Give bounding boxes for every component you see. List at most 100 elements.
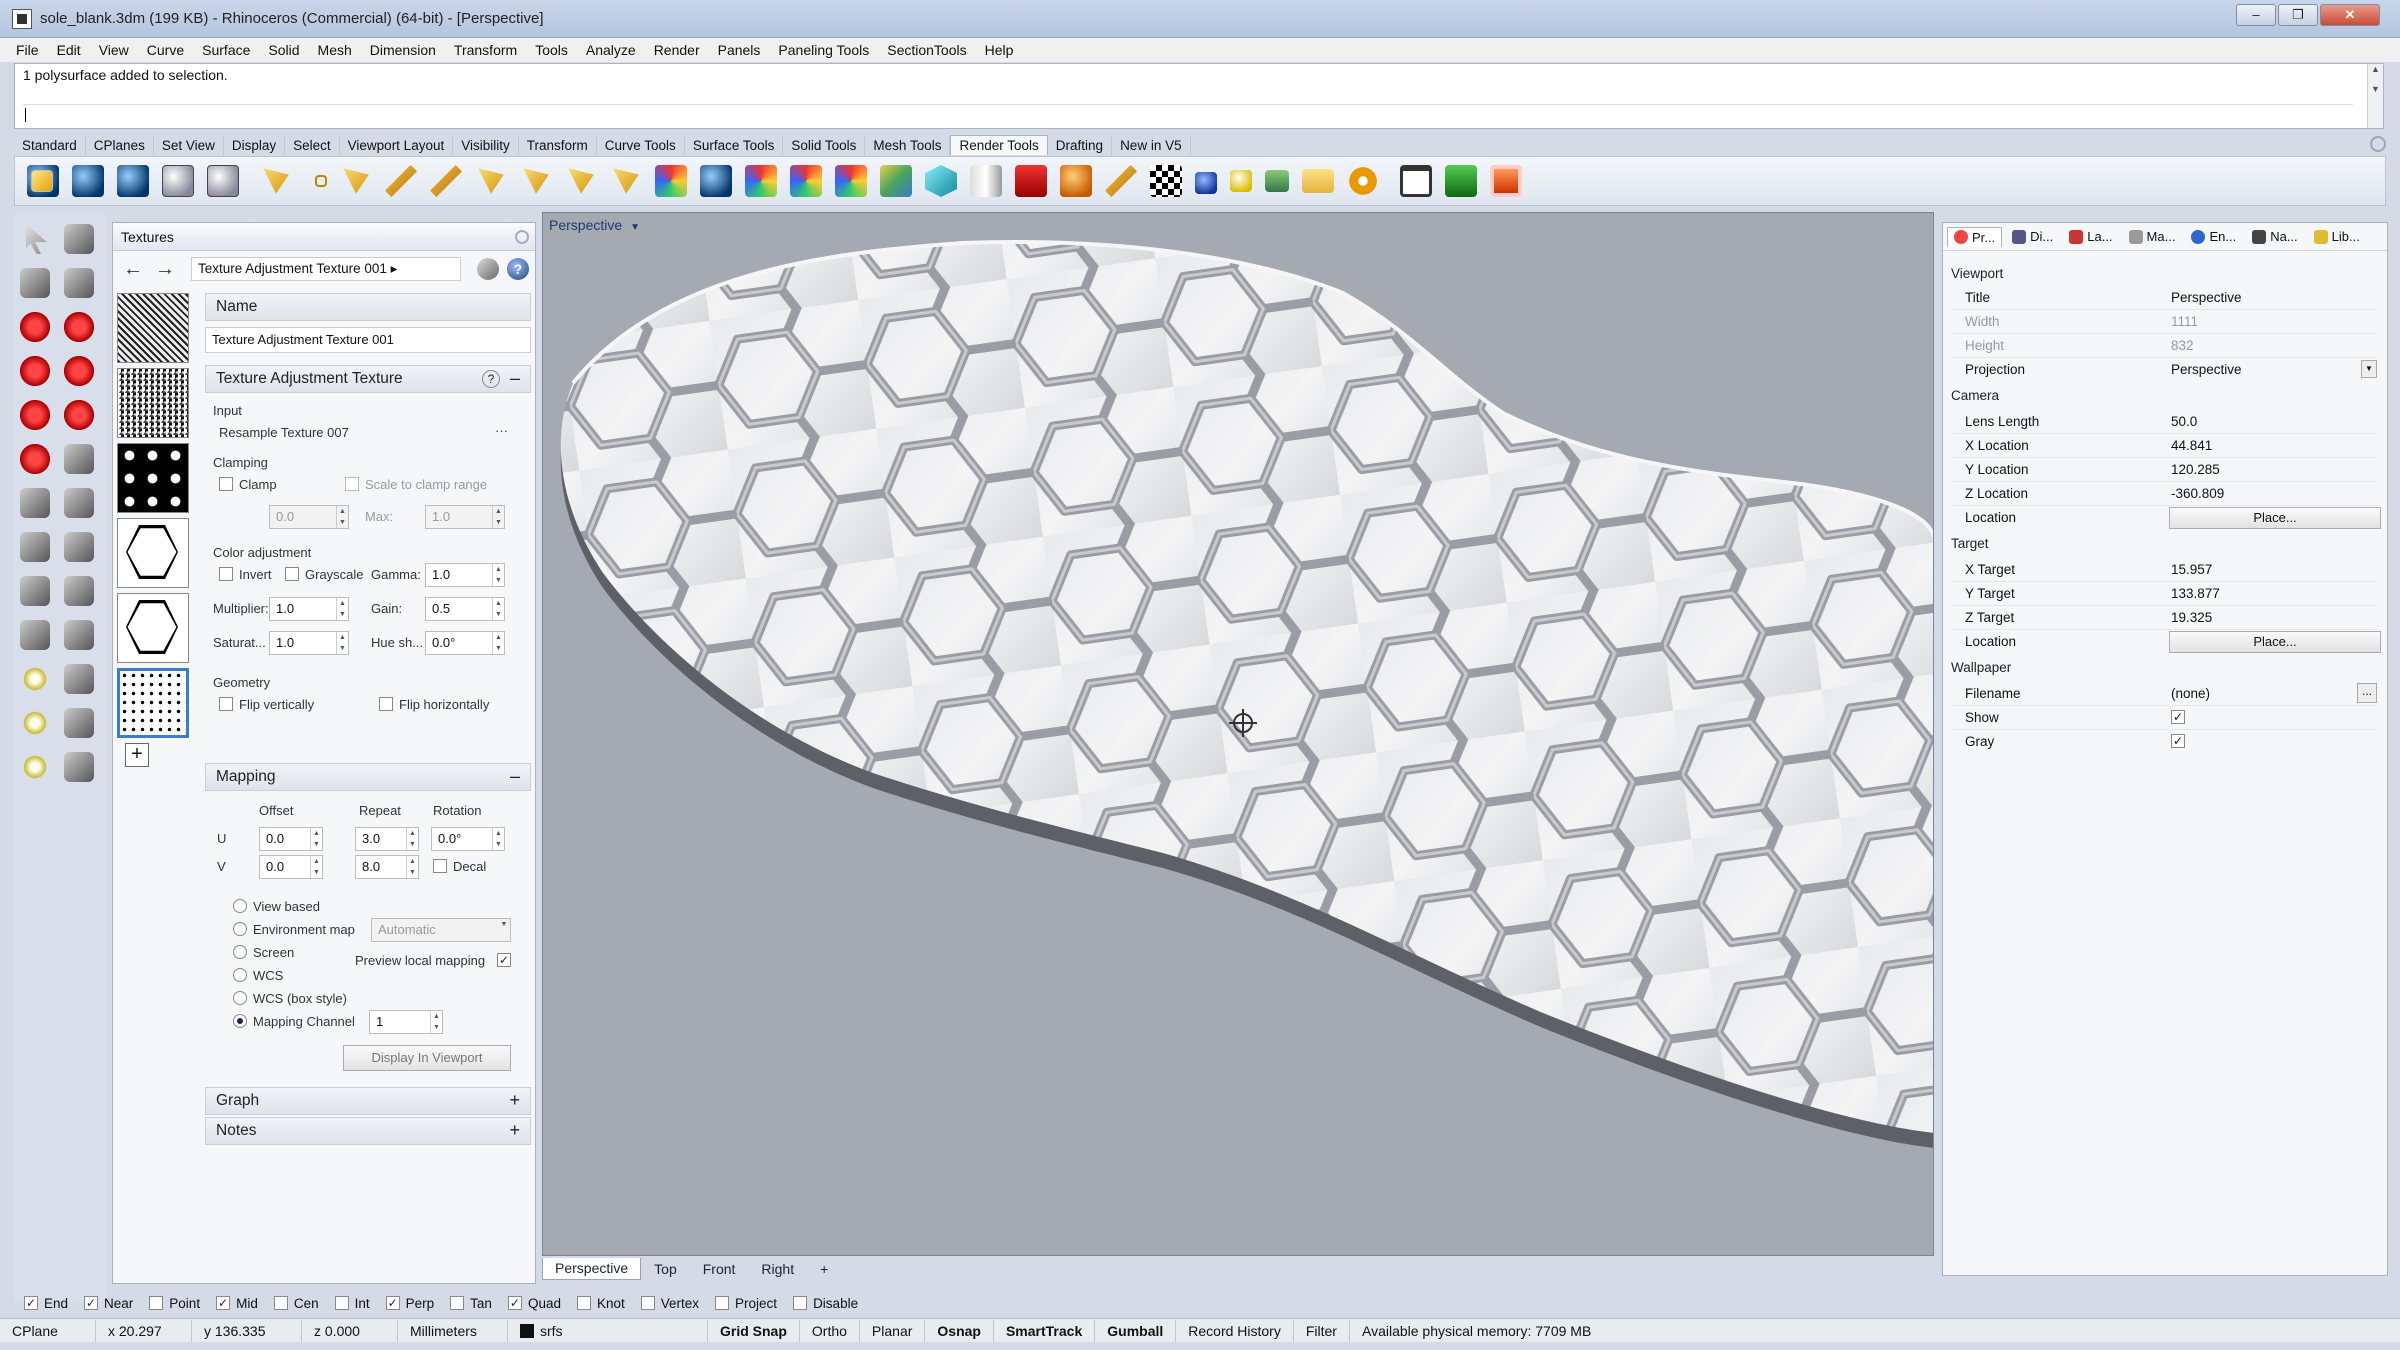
texture-thumbnail-selected[interactable] [117,668,189,738]
tab-layers[interactable]: La... [2063,227,2118,246]
invert-checkbox[interactable] [219,567,233,581]
texture-mapping-icon[interactable] [745,165,777,197]
tab-drafting[interactable]: Drafting [1048,135,1113,155]
spotlight-icon[interactable] [263,168,289,194]
osnap-cen[interactable]: Cen [273,1296,319,1311]
osnap-knot[interactable]: Knot [576,1296,625,1311]
texture-thumbnail[interactable] [117,293,189,363]
z-location-value[interactable]: -360.809 [2171,486,2224,501]
osnap-cen-checkbox[interactable] [273,1296,288,1310]
texture-thumbnail[interactable] [117,443,189,513]
osnap-vertex[interactable]: Vertex [640,1296,699,1311]
status-layer[interactable]: srfs [508,1319,708,1342]
osnap-project[interactable]: Project [715,1296,777,1311]
close-button[interactable]: ✕ [2320,4,2380,26]
y-location-value[interactable]: 120.285 [2171,462,2220,477]
rotate-view-icon[interactable] [64,752,94,782]
material-editor-icon[interactable] [162,165,194,197]
osnap-perp[interactable]: ✓ Perp [385,1296,434,1311]
mapping-channel-field[interactable]: 1 ▲ ▼ [369,1010,443,1034]
menu-mesh[interactable]: Mesh [318,42,352,58]
texture-thumbnail[interactable] [117,593,189,663]
flip-vertically-checkbox[interactable] [219,697,233,711]
tab-mesh-tools[interactable]: Mesh Tools [865,135,951,155]
status-osnap[interactable]: Osnap [925,1319,994,1342]
viewport-tab-perspective[interactable]: Perspective [542,1258,642,1280]
lights-panel-icon[interactable] [1230,170,1252,192]
status-grid-snap[interactable]: Grid Snap [708,1319,800,1342]
saturation-field[interactable]: 1.0 ▲ ▼ [269,631,349,655]
render-lens-flare-icon[interactable] [117,165,149,197]
rhino-app-icon[interactable] [12,9,32,29]
mapping-channel-radio[interactable] [233,1014,247,1028]
curve-tool-icon[interactable] [64,268,94,298]
dimension-tool-icon[interactable] [64,488,94,518]
v-repeat-field[interactable]: 8.0 ▲ ▼ [355,855,419,879]
osnap-int-checkbox[interactable] [334,1296,349,1310]
tab-display[interactable]: Di... [2006,227,2059,246]
tab-materials[interactable]: Ma... [2123,227,2182,246]
tab-new-in-v5[interactable]: New in V5 [1112,135,1191,155]
status-planar[interactable]: Planar [860,1319,926,1342]
tab-cplanes[interactable]: CPlanes [86,135,154,155]
trim-tool-icon[interactable] [20,576,50,606]
z-target-value[interactable]: 19.325 [2171,610,2212,625]
graph-header[interactable]: Graph + [205,1087,531,1115]
tab-standard[interactable]: Standard [14,135,86,155]
render-window-icon[interactable] [72,165,104,197]
viewport-tab-top[interactable]: Top [641,1258,690,1280]
browse-wallpaper-button[interactable]: ... [2357,683,2377,703]
tab-solid-tools[interactable]: Solid Tools [783,135,866,155]
display-in-viewport-button[interactable]: Display In Viewport [343,1045,511,1071]
clamp-min-field[interactable]: 0.0 ▲ ▼ [269,505,349,529]
material-icon[interactable] [655,165,687,197]
solid-tool-icon[interactable] [20,400,50,430]
u-repeat-field[interactable]: 3.0 ▲ ▼ [355,827,419,851]
v-offset-field[interactable]: 0.0 ▲ ▼ [259,855,323,879]
osnap-end[interactable]: ✓ End [24,1296,68,1311]
ground-plane-panel-icon[interactable] [1265,170,1289,192]
osnap-knot-checkbox[interactable] [576,1296,591,1310]
help-icon[interactable]: ? [507,258,529,280]
box-mapping-icon[interactable] [880,165,912,197]
menu-analyze[interactable]: Analyze [586,42,636,58]
clamp-max-field[interactable]: 1.0 ▲ ▼ [425,505,505,529]
y-target-value[interactable]: 133.877 [2171,586,2220,601]
record-render-icon[interactable] [1490,165,1522,197]
boolean-tool-icon[interactable] [20,444,50,474]
tab-display[interactable]: Display [224,135,286,155]
texture-thumbnail[interactable] [117,518,189,588]
lens-length-value[interactable]: 50.0 [2171,414,2197,429]
forward-arrow-icon[interactable]: → [155,258,175,281]
surface-tool-icon[interactable] [20,356,50,386]
tab-select[interactable]: Select [285,135,340,155]
groundplane-icon[interactable] [835,165,867,197]
osnap-point[interactable]: Point [149,1296,200,1311]
tab-library[interactable]: Lib... [2308,227,2366,246]
menu-dimension[interactable]: Dimension [370,42,436,58]
status-units[interactable]: Millimeters [398,1319,508,1342]
status-smarttrack[interactable]: SmartTrack [994,1319,1096,1342]
split-tool-icon[interactable] [64,576,94,606]
menu-file[interactable]: File [16,42,39,58]
zoom-window-icon[interactable] [64,664,94,694]
grayscale-checkbox[interactable] [285,567,299,581]
osnap-project-checkbox[interactable] [715,1296,730,1310]
preview-local-mapping-checkbox[interactable]: ✓ [497,953,511,967]
status-gumball[interactable]: Gumball [1095,1319,1177,1342]
analyze-tool-icon[interactable] [20,708,50,738]
projection-dropdown-icon[interactable]: ▼ [2361,360,2377,378]
tab-environments[interactable]: En... [2185,227,2242,246]
osnap-end-checkbox[interactable]: ✓ [24,1296,38,1310]
sun-panel-icon[interactable] [1195,172,1217,194]
show-checkbox[interactable]: ✓ [2171,710,2185,724]
menu-paneling-tools[interactable]: Paneling Tools [778,42,869,58]
collapse-icon[interactable]: – [510,368,520,389]
osnap-mid-checkbox[interactable]: ✓ [216,1296,231,1310]
arc-tool-icon[interactable] [64,312,94,342]
point-tool-icon[interactable] [64,224,94,254]
minimize-button[interactable]: – [2236,4,2276,26]
menu-sectiontools[interactable]: SectionTools [887,42,966,58]
gamma-field[interactable]: 1.0 ▲ ▼ [425,563,505,587]
textures-folder-icon[interactable] [1302,169,1334,193]
